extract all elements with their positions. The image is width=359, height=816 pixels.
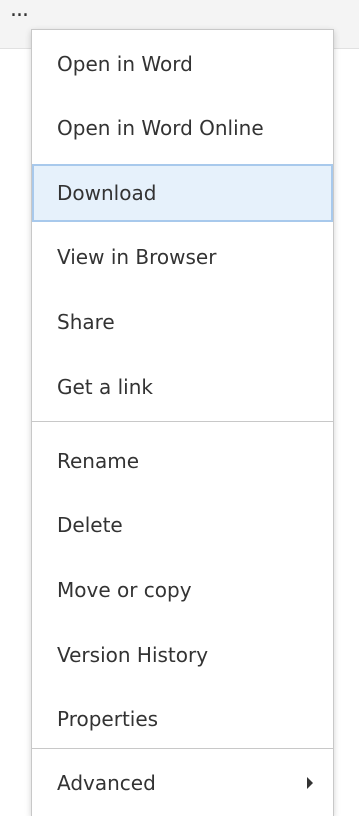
menu-item-properties[interactable]: Properties: [32, 690, 333, 748]
menu-item-label: Version History: [57, 643, 209, 667]
menu-item-label: Properties: [57, 707, 159, 731]
menu-item-open-in-word[interactable]: Open in Word: [32, 35, 333, 93]
menu-item-label: Download: [57, 181, 157, 205]
menu-item-share[interactable]: Share: [32, 293, 333, 351]
menu-item-label: Advanced: [57, 771, 156, 795]
menu-item-label: Move or copy: [57, 578, 192, 602]
menu-item-delete[interactable]: Delete: [32, 496, 333, 554]
menu-item-download[interactable]: Download: [32, 164, 333, 222]
menu-item-label: Open in Word Online: [57, 116, 264, 140]
menu-divider: [32, 421, 333, 422]
chevron-right-icon: [307, 777, 313, 789]
menu-item-label: Delete: [57, 513, 123, 537]
menu-item-label: Open in Word: [57, 52, 193, 76]
menu-item-version-history[interactable]: Version History: [32, 626, 333, 684]
menu-item-view-in-browser[interactable]: View in Browser: [32, 228, 333, 286]
menu-item-label: Rename: [57, 449, 140, 473]
ellipsis-icon[interactable]: ...: [10, 0, 34, 23]
menu-item-label: View in Browser: [57, 245, 217, 269]
menu-item-rename[interactable]: Rename: [32, 432, 333, 490]
menu-item-get-a-link[interactable]: Get a link: [32, 358, 333, 416]
menu-item-label: Get a link: [57, 375, 153, 399]
menu-item-advanced[interactable]: Advanced: [32, 754, 333, 812]
menu-item-label: Share: [57, 310, 115, 334]
menu-divider: [32, 748, 333, 749]
context-menu: Open in Word Open in Word Online Downloa…: [31, 29, 334, 816]
menu-item-open-in-word-online[interactable]: Open in Word Online: [32, 99, 333, 157]
menu-item-move-or-copy[interactable]: Move or copy: [32, 561, 333, 619]
